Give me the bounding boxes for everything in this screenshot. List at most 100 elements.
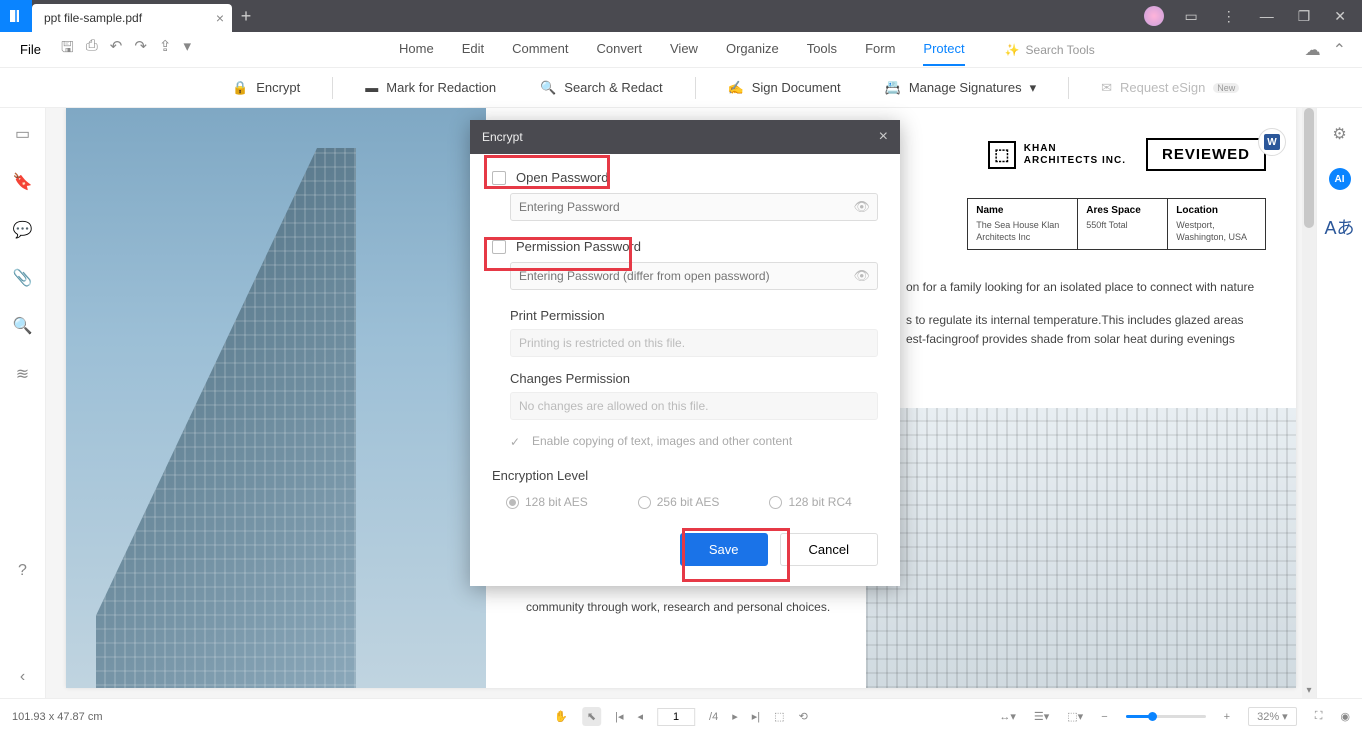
- mark-redaction-button[interactable]: ▬ Mark for Redaction: [353, 80, 508, 95]
- left-sidebar: ▭ 🔖 💬 📎 🔍 ≋ ? ‹: [0, 108, 46, 698]
- notifications-icon[interactable]: ▭: [1180, 8, 1201, 25]
- search-redact-button[interactable]: 🔍 Search & Redact: [528, 80, 674, 96]
- titlebar: ppt file-sample.pdf × + ▭ ⋮ — ❐ ✕: [0, 0, 1362, 32]
- permission-password-checkbox-row[interactable]: Permission Password: [492, 239, 878, 254]
- vertical-scrollbar[interactable]: ▾: [1302, 108, 1316, 698]
- crop-icon[interactable]: ⬚: [774, 710, 784, 723]
- bookmarks-icon[interactable]: 🔖: [13, 172, 33, 192]
- dialog-title-text: Encrypt: [482, 130, 523, 144]
- zoom-in-icon[interactable]: +: [1224, 711, 1230, 723]
- user-avatar[interactable]: [1144, 6, 1164, 26]
- separator: [695, 77, 696, 99]
- translate-icon[interactable]: Aあ: [1324, 214, 1354, 240]
- dialog-close-button[interactable]: ×: [879, 128, 888, 146]
- hand-tool-icon[interactable]: ✋: [554, 710, 568, 723]
- layers-icon[interactable]: ≋: [16, 364, 29, 384]
- dialog-titlebar: Encrypt ×: [470, 120, 900, 154]
- app-icon[interactable]: [0, 0, 32, 32]
- first-page-icon[interactable]: |◂: [615, 710, 623, 723]
- view-mode-icon[interactable]: ☰▾: [1034, 710, 1049, 723]
- thumbnails-icon[interactable]: ▭: [15, 124, 30, 144]
- close-tab-icon[interactable]: ×: [216, 10, 224, 26]
- encrypt-button[interactable]: 🔒 Encrypt: [220, 80, 312, 96]
- rotate-icon[interactable]: ⟲: [799, 710, 808, 723]
- page-number-input[interactable]: [657, 708, 695, 726]
- last-page-icon[interactable]: ▸|: [752, 710, 760, 723]
- search-tools[interactable]: ✨ Search Tools: [1005, 43, 1095, 57]
- ai-icon[interactable]: AI: [1329, 168, 1351, 190]
- changes-permission-value: No changes are allowed on this file.: [510, 392, 878, 420]
- fit-page-icon[interactable]: ⬚▾: [1067, 710, 1083, 723]
- close-window-button[interactable]: ✕: [1330, 8, 1350, 25]
- document-tab[interactable]: ppt file-sample.pdf ×: [32, 4, 232, 32]
- document-text-bottom: community through work, research and per…: [526, 598, 846, 617]
- fullscreen-icon[interactable]: ⛶: [1315, 710, 1323, 723]
- encryption-level-label: Encryption Level: [492, 468, 878, 483]
- file-menu[interactable]: File: [8, 42, 53, 57]
- right-sidebar: ⚙ AI Aあ: [1316, 108, 1362, 698]
- zoom-value[interactable]: 32% ▾: [1248, 707, 1297, 726]
- scroll-down-icon[interactable]: ▾: [1302, 685, 1316, 696]
- attachments-icon[interactable]: 📎: [13, 268, 33, 288]
- tab-organize[interactable]: Organize: [726, 33, 779, 66]
- read-mode-icon[interactable]: ◉: [1340, 710, 1350, 723]
- prev-page-icon[interactable]: ◂: [638, 710, 644, 723]
- tab-comment[interactable]: Comment: [512, 33, 568, 66]
- minimize-button[interactable]: —: [1256, 8, 1278, 24]
- radio-256-aes[interactable]: 256 bit AES: [638, 495, 720, 509]
- search-redact-icon: 🔍: [540, 80, 556, 96]
- radio-128-aes[interactable]: 128 bit AES: [506, 495, 588, 509]
- dropdown-icon[interactable]: ▾: [183, 37, 191, 62]
- zoom-out-icon[interactable]: −: [1101, 711, 1107, 723]
- sign-icon: ✍: [728, 80, 744, 96]
- search-icon[interactable]: 🔍: [13, 316, 33, 336]
- maximize-button[interactable]: ❐: [1294, 8, 1315, 25]
- permission-password-checkbox[interactable]: [492, 240, 506, 254]
- comments-icon[interactable]: 💬: [13, 220, 33, 240]
- tab-home[interactable]: Home: [399, 33, 434, 66]
- zoom-slider[interactable]: [1126, 715, 1206, 718]
- eye-icon[interactable]: 👁: [853, 199, 870, 215]
- enable-copy-label: Enable copying of text, images and other…: [532, 434, 792, 448]
- settings-icon[interactable]: ⚙: [1332, 124, 1346, 144]
- scroll-thumb[interactable]: [1304, 108, 1314, 228]
- tab-view[interactable]: View: [670, 33, 698, 66]
- tab-tools[interactable]: Tools: [807, 33, 837, 66]
- cancel-button[interactable]: Cancel: [780, 533, 878, 566]
- open-password-checkbox-row[interactable]: Open Password: [492, 170, 878, 185]
- fit-width-icon[interactable]: ↔▾: [999, 710, 1016, 723]
- word-export-badge[interactable]: W: [1258, 128, 1286, 156]
- tab-edit[interactable]: Edit: [462, 33, 484, 66]
- radio-128-rc4[interactable]: 128 bit RC4: [769, 495, 851, 509]
- tab-form[interactable]: Form: [865, 33, 895, 66]
- eye-icon[interactable]: 👁: [853, 268, 870, 284]
- share-icon[interactable]: ⇪: [159, 37, 172, 62]
- select-tool-icon[interactable]: ⬉: [582, 707, 601, 726]
- protect-ribbon: 🔒 Encrypt ▬ Mark for Redaction 🔍 Search …: [0, 68, 1362, 108]
- tab-convert[interactable]: Convert: [596, 33, 642, 66]
- collapse-icon[interactable]: ‹: [20, 668, 25, 686]
- tab-protect[interactable]: Protect: [923, 33, 964, 66]
- separator: [1068, 77, 1069, 99]
- next-page-icon[interactable]: ▸: [732, 710, 738, 723]
- kebab-menu-icon[interactable]: ⋮: [1218, 8, 1240, 25]
- sign-document-button[interactable]: ✍ Sign Document: [716, 80, 853, 96]
- open-password-checkbox[interactable]: [492, 171, 506, 185]
- redo-icon[interactable]: ↷: [134, 37, 147, 62]
- print-icon[interactable]: ⎙: [86, 37, 98, 62]
- permission-password-input[interactable]: [510, 262, 878, 290]
- page-dimensions: 101.93 x 47.87 cm: [12, 711, 103, 723]
- cloud-icon[interactable]: ☁: [1305, 40, 1321, 60]
- help-icon[interactable]: ?: [18, 562, 27, 580]
- chevron-up-icon[interactable]: ⌃: [1333, 40, 1346, 60]
- request-esign-button[interactable]: ✉ Request eSign New: [1089, 80, 1251, 96]
- save-button[interactable]: Save: [680, 533, 768, 566]
- open-password-input[interactable]: [510, 193, 878, 221]
- esign-icon: ✉: [1101, 80, 1112, 96]
- add-tab-button[interactable]: +: [232, 2, 260, 30]
- undo-icon[interactable]: ↶: [110, 37, 123, 62]
- search-tools-placeholder: Search Tools: [1026, 43, 1095, 57]
- save-icon[interactable]: 🖫: [61, 37, 74, 62]
- lock-icon: 🔒: [232, 80, 248, 96]
- manage-signatures-button[interactable]: 📇 Manage Signatures ▾: [873, 80, 1048, 96]
